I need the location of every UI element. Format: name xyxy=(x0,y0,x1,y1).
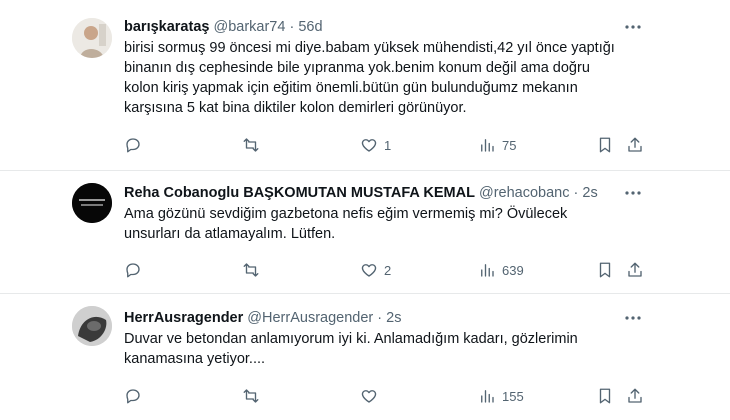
separator: · xyxy=(289,19,295,35)
author-name[interactable]: HerrAusragender xyxy=(124,310,243,326)
tweet-header: Reha Cobanoglu BAŞKOMUTAN MUSTAFA KEMAL … xyxy=(124,184,598,202)
share-button[interactable] xyxy=(626,134,644,156)
views-icon xyxy=(481,390,494,403)
tweet-actions: 155 xyxy=(0,385,730,407)
share-icon xyxy=(628,137,642,152)
tweet-feed: barışkarataş @barkar74 · 56d birisi sorm… xyxy=(0,0,730,420)
share-button[interactable] xyxy=(626,259,644,281)
author-name[interactable]: barışkarataş xyxy=(124,19,209,35)
retweet-icon xyxy=(243,263,259,277)
like-count: 1 xyxy=(384,137,392,153)
reply-button[interactable] xyxy=(124,259,142,281)
view-count: 155 xyxy=(502,388,524,404)
heart-icon xyxy=(361,139,377,152)
bookmark-icon xyxy=(599,137,611,153)
bookmark-button[interactable] xyxy=(596,385,614,407)
avatar[interactable] xyxy=(72,18,112,58)
reply-icon xyxy=(126,138,140,153)
view-count: 75 xyxy=(502,137,517,153)
like-button[interactable] xyxy=(360,385,384,407)
tweet-header: HerrAusragender @HerrAusragender · 2s xyxy=(124,309,401,327)
view-count: 639 xyxy=(502,262,524,278)
like-button[interactable]: 2 xyxy=(360,259,391,281)
retweet-icon xyxy=(243,138,259,152)
tweet[interactable]: HerrAusragender @HerrAusragender · 2s Du… xyxy=(0,294,730,420)
timestamp[interactable]: 2s xyxy=(386,310,401,326)
heart-icon xyxy=(361,264,377,277)
tweet-actions: 1 75 xyxy=(0,134,730,156)
tweet-text: birisi sormuş 99 öncesi mi diye.babam yü… xyxy=(124,40,615,116)
bookmark-button[interactable] xyxy=(596,134,614,156)
author-handle[interactable]: @HerrAusragender xyxy=(247,310,373,326)
more-icon[interactable] xyxy=(624,311,642,325)
retweet-icon xyxy=(243,389,259,403)
author-handle[interactable]: @barkar74 xyxy=(213,19,285,35)
views-button[interactable]: 155 xyxy=(478,385,524,407)
tweet-text: Duvar ve betondan anlamıyorum iyi ki. An… xyxy=(124,331,578,367)
reply-button[interactable] xyxy=(124,385,142,407)
views-icon xyxy=(481,139,494,152)
author-name[interactable]: Reha Cobanoglu BAŞKOMUTAN MUSTAFA KEMAL xyxy=(124,185,475,201)
bookmark-icon xyxy=(599,388,611,404)
tweet-header: barışkarataş @barkar74 · 56d xyxy=(124,18,323,36)
avatar[interactable] xyxy=(72,183,112,223)
views-button[interactable]: 639 xyxy=(478,259,524,281)
reply-button[interactable] xyxy=(124,134,142,156)
share-icon xyxy=(628,262,642,277)
avatar[interactable] xyxy=(72,306,112,346)
separator: · xyxy=(573,185,579,201)
more-icon[interactable] xyxy=(624,20,642,34)
tweet-actions: 2 639 xyxy=(0,259,730,281)
tweet[interactable]: Reha Cobanoglu BAŞKOMUTAN MUSTAFA KEMAL … xyxy=(0,171,730,293)
views-button[interactable]: 75 xyxy=(478,134,516,156)
like-button[interactable]: 1 xyxy=(360,134,391,156)
views-icon xyxy=(481,264,494,277)
retweet-button[interactable] xyxy=(242,385,260,407)
more-icon[interactable] xyxy=(624,186,642,200)
bookmark-icon xyxy=(599,262,611,278)
reply-icon xyxy=(126,263,140,278)
retweet-button[interactable] xyxy=(242,259,260,281)
timestamp[interactable]: 2s xyxy=(582,185,597,201)
like-count: 2 xyxy=(384,262,392,278)
share-icon xyxy=(628,388,642,403)
retweet-button[interactable] xyxy=(242,134,260,156)
share-button[interactable] xyxy=(626,385,644,407)
tweet[interactable]: barışkarataş @barkar74 · 56d birisi sorm… xyxy=(0,0,730,170)
heart-icon xyxy=(361,390,377,403)
separator: · xyxy=(377,310,383,326)
reply-icon xyxy=(126,389,140,404)
author-handle[interactable]: @rehacobanc xyxy=(479,185,570,201)
timestamp[interactable]: 56d xyxy=(298,19,322,35)
bookmark-button[interactable] xyxy=(596,259,614,281)
tweet-text: Ama gözünü sevdiğim gazbetona nefis eğim… xyxy=(124,206,568,242)
